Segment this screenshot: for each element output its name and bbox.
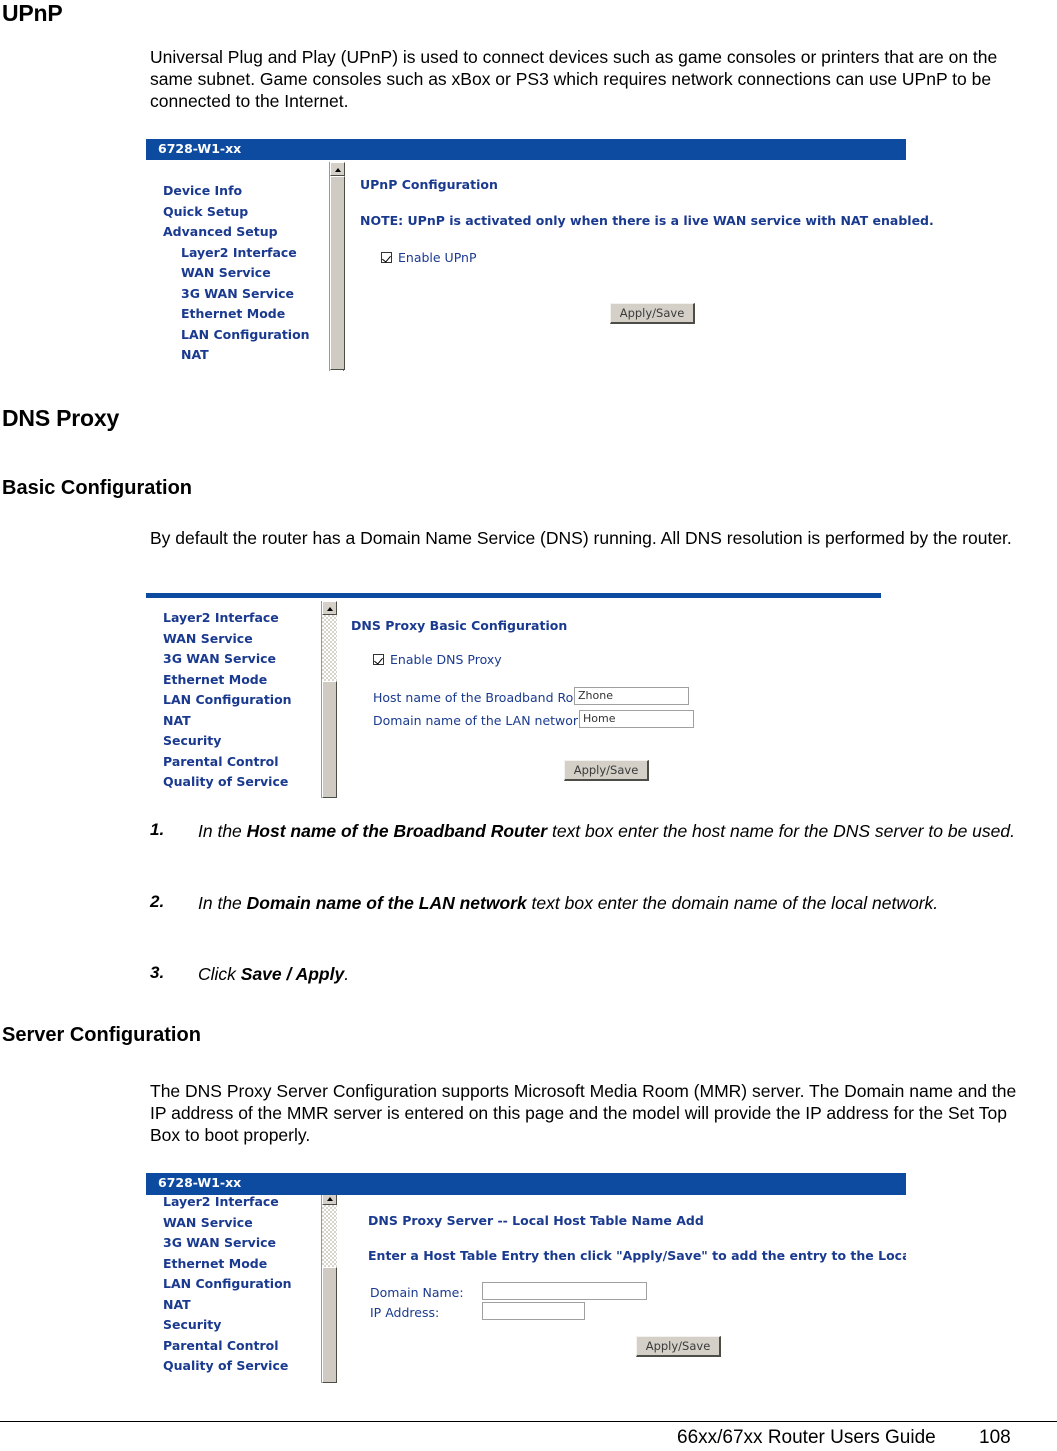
sidebar-item-ethernet-mode[interactable]: Ethernet Mode [163, 670, 292, 691]
step-number: 1. [150, 820, 165, 839]
sidebar-item-layer2-interface[interactable]: Layer2 Interface [163, 608, 292, 629]
enable-dns-proxy-checkbox[interactable] [373, 654, 384, 665]
sidebar-scrollbar[interactable] [329, 162, 345, 371]
sidebar-item-nat[interactable]: NAT [163, 711, 292, 732]
enable-dns-proxy-label: Enable DNS Proxy [390, 652, 502, 667]
router-titlebar: 6728-W1-xx [146, 139, 906, 160]
sidebar-item-ethernet-mode[interactable]: Ethernet Mode [163, 304, 310, 325]
page-title-dns-proxy: DNS Proxy [2, 405, 120, 431]
host-name-input[interactable]: Zhone [574, 687, 689, 705]
server-configuration-paragraph: The DNS Proxy Server Configuration suppo… [150, 1081, 1017, 1145]
upnp-paragraph: Universal Plug and Play (UPnP) is used t… [150, 47, 998, 111]
scrollbar-thumb[interactable] [322, 681, 337, 798]
section-title-basic-configuration: Basic Configuration [2, 477, 193, 499]
sidebar-item-quality-of-service[interactable]: Quality of Service [163, 1356, 292, 1377]
note-text: Enter a Host Table Entry then click "App… [368, 1248, 906, 1263]
footer-page-number: 108 [979, 1427, 1011, 1448]
page-title-upnp: UPnP [2, 0, 63, 26]
sidebar-item-ethernet-mode[interactable]: Ethernet Mode [163, 1254, 292, 1275]
domain-name-input[interactable]: Home [579, 710, 694, 728]
enable-upnp-label: Enable UPnP [398, 250, 477, 265]
sidebar-item-nat[interactable]: NAT [163, 1295, 292, 1316]
footer-guide-title: 66xx/67xx Router Users Guide [677, 1427, 936, 1448]
router-titlebar: 6728-W1-xx [146, 1173, 906, 1195]
screenshot-dns-proxy-server-local-host-table: Layer2 Interface WAN Service 3G WAN Serv… [146, 1173, 906, 1383]
upnp-pane: UPnP Configuration [360, 177, 498, 192]
screenshot-upnp-configuration: 6728-W1-xx Device Info Quick Setup Advan… [146, 139, 934, 374]
sidebar-item-lan-configuration[interactable]: LAN Configuration [163, 1274, 292, 1295]
sidebar-scrollbar[interactable] [321, 1191, 337, 1383]
sidebar-item-wan-service[interactable]: WAN Service [163, 629, 292, 650]
sidebar-scrollbar[interactable] [321, 601, 337, 798]
router-sidebar-menu[interactable]: Device Info Quick Setup Advanced Setup L… [163, 181, 310, 366]
scroll-up-arrow-icon[interactable] [322, 601, 337, 615]
section-title-server-configuration: Server Configuration [2, 1024, 201, 1046]
note-text: NOTE: UPnP is activated only when there … [360, 213, 934, 228]
ip-address-input[interactable] [482, 1302, 585, 1320]
sidebar-item-3g-wan-service[interactable]: 3G WAN Service [163, 649, 292, 670]
dns-server-pane: DNS Proxy Server -- Local Host Table Nam… [368, 1213, 704, 1228]
screenshot-dns-proxy-basic-configuration: Layer2 Interface WAN Service 3G WAN Serv… [146, 593, 906, 798]
ip-address-label: IP Address: [370, 1305, 440, 1320]
basic-configuration-paragraph: By default the router has a Domain Name … [150, 528, 1012, 548]
sidebar-item-wan-service[interactable]: WAN Service [163, 263, 310, 284]
domain-name-label: Domain Name: [370, 1285, 464, 1300]
domain-name-label: Domain name of the LAN network: [373, 713, 590, 728]
scrollbar-track[interactable] [322, 615, 337, 681]
step-number: 2. [150, 892, 165, 911]
sidebar-item-lan-configuration[interactable]: LAN Configuration [163, 690, 292, 711]
footer-divider [0, 1421, 1057, 1422]
step-text: In the Host name of the Broadband Router… [198, 821, 1015, 841]
scrollbar-track[interactable] [322, 1205, 337, 1267]
sidebar-item-lan-configuration[interactable]: LAN Configuration [163, 325, 310, 346]
sidebar-item-quality-of-service[interactable]: Quality of Service [163, 772, 292, 793]
pane-title: DNS Proxy Server -- Local Host Table Nam… [368, 1213, 704, 1228]
sidebar-item-3g-wan-service[interactable]: 3G WAN Service [163, 1233, 292, 1254]
pane-title: DNS Proxy Basic Configuration [351, 618, 568, 633]
dns-basic-pane: DNS Proxy Basic Configuration [351, 618, 567, 633]
sidebar-item-wan-service[interactable]: WAN Service [163, 1213, 292, 1234]
sidebar-item-layer2-interface[interactable]: Layer2 Interface [163, 1192, 292, 1213]
router-header-rule [146, 593, 881, 598]
step-number: 3. [150, 963, 165, 982]
apply-save-button[interactable]: Apply/Save [636, 1336, 721, 1357]
router-sidebar-menu[interactable]: Layer2 Interface WAN Service 3G WAN Serv… [163, 608, 292, 793]
upnp-note: NOTE: UPnP is activated only when there … [360, 213, 934, 228]
host-name-label: Host name of the Broadband Router: [373, 690, 603, 705]
enable-upnp-checkbox[interactable] [381, 252, 392, 263]
sidebar-item-parental-control[interactable]: Parental Control [163, 752, 292, 773]
step-text: Click Save / Apply. [198, 964, 350, 984]
sidebar-item-security[interactable]: Security [163, 1315, 292, 1336]
sidebar-item-quick-setup[interactable]: Quick Setup [163, 202, 310, 223]
sidebar-item-parental-control[interactable]: Parental Control [163, 1336, 292, 1357]
domain-name-input[interactable] [482, 1282, 647, 1300]
sidebar-item-advanced-setup[interactable]: Advanced Setup [163, 222, 310, 243]
scrollbar-thumb[interactable] [322, 1267, 337, 1383]
sidebar-item-3g-wan-service[interactable]: 3G WAN Service [163, 284, 310, 305]
sidebar-item-device-info[interactable]: Device Info [163, 181, 310, 202]
sidebar-item-security[interactable]: Security [163, 731, 292, 752]
router-sidebar-menu[interactable]: Layer2 Interface WAN Service 3G WAN Serv… [163, 1192, 292, 1377]
dns-server-note: Enter a Host Table Entry then click "App… [368, 1248, 906, 1263]
step-text: In the Domain name of the LAN network te… [198, 893, 939, 913]
sidebar-item-layer2-interface[interactable]: Layer2 Interface [163, 243, 310, 264]
sidebar-item-nat[interactable]: NAT [163, 345, 310, 366]
enable-upnp-row[interactable]: Enable UPnP [381, 250, 476, 265]
scrollbar-thumb[interactable] [330, 176, 345, 370]
apply-save-button[interactable]: Apply/Save [610, 303, 695, 324]
scroll-up-arrow-icon[interactable] [330, 162, 345, 176]
enable-dns-proxy-row[interactable]: Enable DNS Proxy [373, 652, 502, 667]
apply-save-button[interactable]: Apply/Save [564, 760, 649, 781]
pane-title: UPnP Configuration [360, 177, 498, 192]
